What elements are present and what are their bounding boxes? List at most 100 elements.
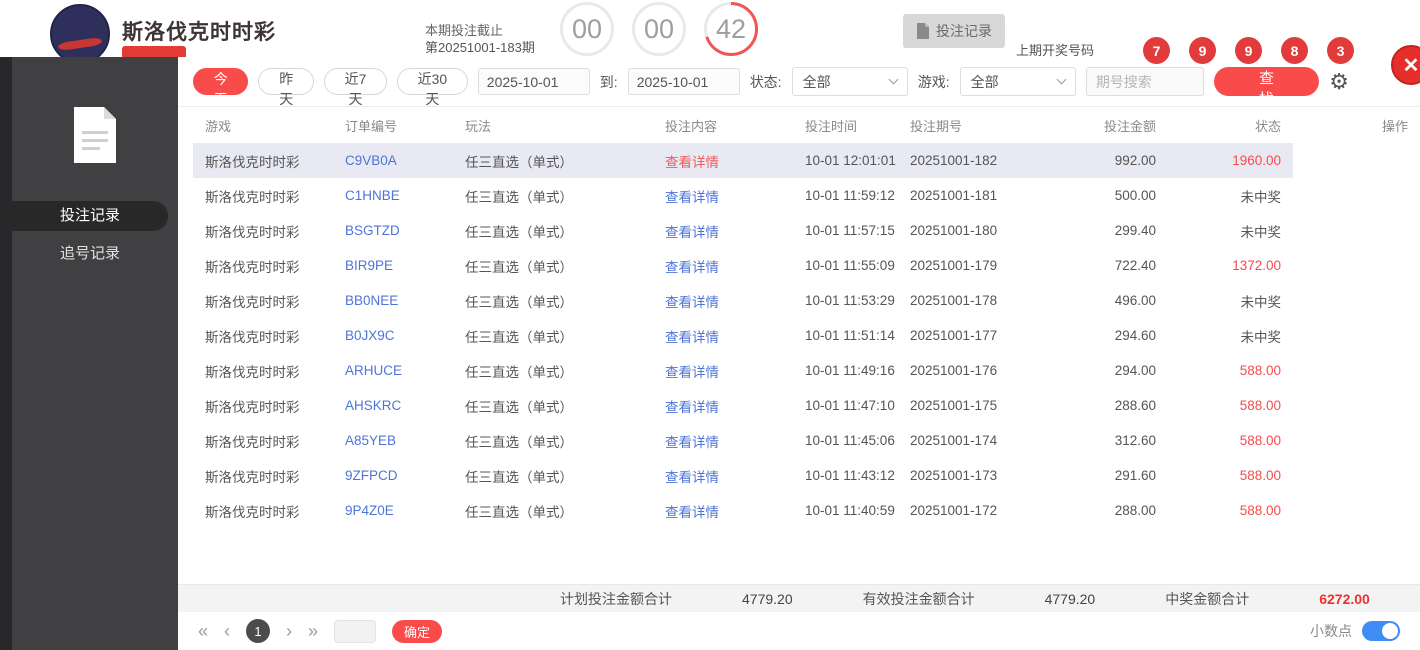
table-row: 斯洛伐克时时彩 ARHUCE 任三直选（单式） 查看详情 10-01 11:49… — [193, 353, 1420, 388]
cell-time: 10-01 11:55:09 — [805, 258, 895, 273]
table-row: 斯洛伐克时时彩 AHSKRC 任三直选（单式） 查看详情 10-01 11:47… — [193, 388, 1420, 423]
col-amount: 投注金额 — [1103, 118, 1156, 134]
decimal-toggle-group: 小数点 — [1310, 621, 1400, 641]
cell-play: 任三直选（单式） — [465, 504, 573, 520]
search-button[interactable]: 查找 — [1213, 67, 1320, 108]
filter-bar: 今天 昨天 近7天 近30天 到: 状态: 全部 游戏: 全部 查找 ⚙ — [178, 57, 1420, 108]
cell-action — [1293, 283, 1420, 318]
win-total-label: 中奖金额合计 — [1165, 590, 1250, 607]
filter-today-button[interactable]: 今天 — [193, 68, 249, 107]
order-number-link[interactable]: C1HNBE — [333, 178, 453, 213]
cell-period: 20251001-182 — [898, 143, 1048, 178]
table-header-row: 游戏 订单编号 玩法 投注内容 投注时间 投注期号 投注金额 状态 操作 — [193, 107, 1420, 143]
decimal-toggle[interactable] — [1362, 621, 1400, 641]
view-details-link[interactable]: 查看详情 — [653, 493, 793, 528]
status-select-value: 全部 — [802, 73, 831, 90]
view-details-link[interactable]: 查看详情 — [653, 283, 793, 318]
valid-total-label: 有效投注金额合计 — [862, 590, 975, 607]
deadline-label: 本期投注截止 — [425, 23, 504, 38]
date-to-input[interactable] — [627, 68, 740, 95]
order-number-link[interactable]: AHSKRC — [333, 388, 453, 423]
view-details-link[interactable]: 查看详情 — [653, 143, 793, 178]
view-details-link[interactable]: 查看详情 — [653, 458, 793, 493]
game-label: 游戏: — [917, 73, 950, 90]
col-time: 投注时间 — [805, 118, 858, 134]
chevron-down-icon — [888, 74, 899, 85]
cell-amount: 288.60 — [1114, 398, 1156, 413]
col-order: 订单编号 — [345, 118, 398, 134]
cell-game: 斯洛伐克时时彩 — [205, 364, 300, 380]
order-number-link[interactable]: BB0NEE — [333, 283, 453, 318]
order-number-link[interactable]: A85YEB — [333, 423, 453, 458]
order-number-link[interactable]: B0JX9C — [333, 318, 453, 353]
last-page-button[interactable]: » — [308, 622, 318, 640]
col-period: 投注期号 — [910, 118, 963, 134]
bet-record-button[interactable]: 投注记录 — [903, 14, 1005, 48]
col-content: 投注内容 — [665, 118, 718, 134]
table-row: 斯洛伐克时时彩 A85YEB 任三直选（单式） 查看详情 10-01 11:45… — [193, 423, 1420, 458]
cell-play: 任三直选（单式） — [465, 259, 573, 275]
cell-action — [1293, 423, 1420, 458]
cell-period: 20251001-174 — [910, 433, 998, 448]
table-row: 斯洛伐克时时彩 BB0NEE 任三直选（单式） 查看详情 10-01 11:53… — [193, 283, 1420, 318]
cell-action — [1293, 248, 1420, 283]
order-number-link[interactable]: 9ZFPCD — [333, 458, 453, 493]
cell-amount: 500.00 — [1114, 188, 1156, 203]
next-page-button[interactable]: › — [286, 622, 292, 640]
valid-total-value: 4779.20 — [1044, 590, 1096, 607]
cell-action — [1293, 458, 1420, 493]
cell-game: 斯洛伐克时时彩 — [205, 469, 300, 485]
decimal-label: 小数点 — [1310, 623, 1352, 639]
cell-game: 斯洛伐克时时彩 — [205, 504, 300, 520]
view-details-link[interactable]: 查看详情 — [653, 353, 793, 388]
countdown-circle-hours: 00 — [560, 2, 614, 56]
filter-30days-button[interactable]: 近30天 — [397, 68, 468, 107]
sidebar-item-chase-records[interactable]: 追号记录 — [12, 239, 168, 269]
period-search-input[interactable] — [1085, 67, 1204, 96]
prev-page-button[interactable]: ‹ — [224, 622, 230, 640]
pagination-bar: « ‹ 1 › » 确定 小数点 — [178, 612, 1420, 650]
filter-yesterday-button[interactable]: 昨天 — [258, 68, 314, 107]
order-number-link[interactable]: BIR9PE — [333, 248, 453, 283]
order-number-link[interactable]: ARHUCE — [333, 353, 453, 388]
document-icon — [917, 23, 929, 39]
cell-amount: 288.00 — [1114, 503, 1156, 518]
view-details-link[interactable]: 查看详情 — [653, 318, 793, 353]
view-details-link[interactable]: 查看详情 — [653, 388, 793, 423]
view-details-link[interactable]: 查看详情 — [653, 178, 793, 213]
col-play: 玩法 — [465, 118, 492, 134]
cell-status: 588.00 — [1239, 363, 1281, 378]
cell-time: 10-01 12:01:01 — [793, 143, 898, 178]
gear-icon[interactable]: ⚙ — [1329, 70, 1349, 93]
cell-status: 588.00 — [1239, 468, 1281, 483]
game-select[interactable]: 全部 — [959, 67, 1076, 96]
page-jump-input[interactable] — [334, 619, 377, 643]
current-page-button[interactable]: 1 — [246, 619, 271, 643]
view-details-link[interactable]: 查看详情 — [653, 423, 793, 458]
cell-period: 20251001-179 — [910, 258, 998, 273]
order-number-link[interactable]: C9VB0A — [333, 143, 453, 178]
cell-period: 20251001-172 — [910, 503, 998, 518]
logo-ribbon — [57, 36, 103, 52]
status-select[interactable]: 全部 — [791, 67, 908, 96]
cell-play: 任三直选（单式） — [453, 143, 653, 178]
countdown-timer: 00 00 42 — [560, 2, 758, 56]
status-label: 状态: — [749, 73, 782, 90]
cell-play: 任三直选（单式） — [465, 434, 573, 450]
cell-action — [1293, 178, 1420, 213]
filter-7days-button[interactable]: 近7天 — [323, 68, 388, 107]
cell-play: 任三直选（单式） — [465, 224, 573, 240]
first-page-button[interactable]: « — [198, 622, 208, 640]
cell-play: 任三直选（单式） — [465, 189, 573, 205]
order-number-link[interactable]: BSGTZD — [333, 213, 453, 248]
page-jump-confirm-button[interactable]: 确定 — [392, 619, 443, 643]
cell-time: 10-01 11:51:14 — [805, 328, 895, 343]
cell-game: 斯洛伐克时时彩 — [205, 224, 300, 240]
view-details-link[interactable]: 查看详情 — [653, 248, 793, 283]
order-number-link[interactable]: 9P4Z0E — [333, 493, 453, 528]
table-row: 斯洛伐克时时彩 BIR9PE 任三直选（单式） 查看详情 10-01 11:55… — [193, 248, 1420, 283]
cell-status: 588.00 — [1239, 503, 1281, 518]
date-from-input[interactable] — [477, 68, 590, 95]
sidebar-item-bet-records[interactable]: 投注记录 — [12, 201, 168, 231]
view-details-link[interactable]: 查看详情 — [653, 213, 793, 248]
